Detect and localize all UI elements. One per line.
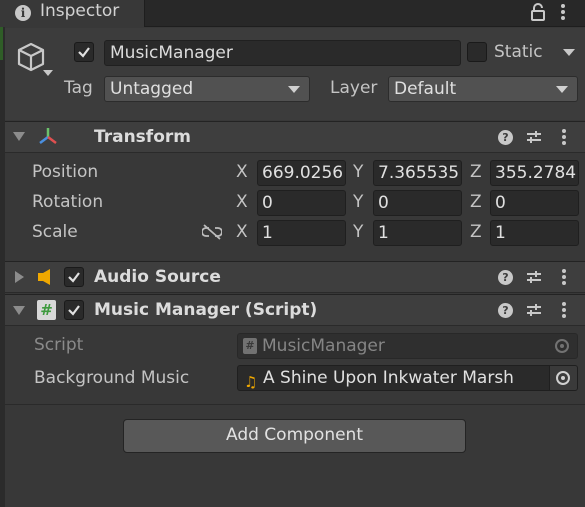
background-music-label: Background Music — [34, 368, 190, 388]
lock-icon[interactable] — [530, 3, 546, 21]
rotation-y-input[interactable]: 0 — [373, 190, 462, 216]
component-menu-icon[interactable] — [561, 129, 567, 147]
scale-z-input[interactable]: 1 — [490, 220, 579, 246]
tab-inspector[interactable]: i Inspector — [0, 0, 145, 27]
add-component-button[interactable]: Add Component — [123, 419, 466, 453]
object-picker-icon — [555, 339, 569, 353]
object-name-input[interactable]: MusicManager — [104, 40, 461, 66]
rotation-x-label[interactable]: X — [236, 192, 248, 212]
layer-label: Layer — [330, 78, 378, 98]
transform-title: Transform — [94, 127, 191, 147]
picker-button[interactable] — [549, 366, 577, 390]
chevron-down-icon — [556, 86, 568, 93]
presets-icon[interactable] — [526, 129, 542, 145]
layer-dropdown[interactable]: Default — [388, 76, 578, 102]
background-music-value: A Shine Upon Inkwater Marsh — [263, 368, 514, 388]
scale-x-input[interactable]: 1 — [257, 220, 346, 246]
audio-source-title: Audio Source — [94, 267, 221, 287]
chevron-down-icon — [288, 86, 300, 93]
checkmark-icon — [68, 305, 80, 316]
component-menu-icon[interactable] — [561, 269, 567, 287]
position-x-label[interactable]: X — [236, 162, 248, 182]
help-icon[interactable]: ? — [498, 130, 513, 145]
music-manager-title: Music Manager (Script) — [94, 300, 318, 320]
scale-label: Scale — [32, 222, 78, 242]
tag-dropdown[interactable]: Untagged — [104, 76, 310, 102]
checkmark-icon — [78, 47, 90, 58]
music-manager-enabled-checkbox[interactable] — [64, 300, 84, 320]
tab-label: Inspector — [40, 1, 120, 21]
static-checkbox[interactable] — [467, 42, 487, 62]
divider — [5, 404, 585, 405]
gameobject-cube-icon[interactable] — [15, 41, 47, 73]
rotation-x-input[interactable]: 0 — [257, 190, 346, 216]
component-menu-icon[interactable] — [561, 302, 567, 320]
help-icon[interactable]: ? — [498, 270, 513, 285]
position-z-input[interactable]: 355.2784 — [490, 160, 579, 186]
checkmark-icon — [68, 272, 80, 283]
static-dropdown-arrow[interactable] — [563, 49, 575, 56]
layer-value: Default — [394, 79, 457, 99]
tag-label: Tag — [64, 78, 93, 98]
info-icon: i — [15, 5, 31, 21]
rotation-label: Rotation — [32, 192, 104, 212]
script-hash-icon: # — [37, 300, 56, 320]
script-field: # MusicManager — [237, 333, 578, 359]
audio-source-icon — [37, 268, 57, 286]
menu-icon[interactable] — [560, 4, 566, 22]
audio-source-enabled-checkbox[interactable] — [64, 267, 84, 287]
audio-clip-icon: ♫ — [244, 373, 258, 391]
presets-icon[interactable] — [526, 302, 542, 318]
position-label: Position — [32, 162, 99, 182]
tag-value: Untagged — [110, 79, 194, 99]
foldout-arrow-icon[interactable] — [15, 271, 24, 283]
static-label: Static — [494, 42, 543, 62]
icon-dropdown-arrow[interactable] — [43, 70, 53, 76]
script-value: MusicManager — [262, 336, 385, 356]
scale-x-label[interactable]: X — [236, 222, 248, 242]
foldout-arrow-icon[interactable] — [13, 306, 25, 315]
object-picker-icon[interactable] — [556, 371, 570, 385]
scale-y-input[interactable]: 1 — [373, 220, 462, 246]
rotation-z-input[interactable]: 0 — [490, 190, 579, 216]
rotation-y-label[interactable]: Y — [353, 192, 363, 212]
help-icon[interactable]: ? — [498, 303, 513, 318]
scale-y-label[interactable]: Y — [353, 222, 363, 242]
scale-z-label[interactable]: Z — [470, 222, 482, 242]
position-y-input[interactable]: 7.365535 — [373, 160, 462, 186]
rotation-z-label[interactable]: Z — [470, 192, 482, 212]
active-checkbox[interactable] — [74, 42, 94, 62]
script-asset-icon: # — [243, 338, 257, 354]
foldout-arrow-icon[interactable] — [13, 132, 25, 141]
unlinked-scale-icon[interactable] — [201, 224, 223, 240]
position-x-input[interactable]: 669.0256 — [257, 160, 346, 186]
background-music-field[interactable]: ♫ A Shine Upon Inkwater Marsh — [237, 365, 578, 391]
script-label: Script — [34, 335, 84, 355]
position-z-label[interactable]: Z — [470, 162, 482, 182]
position-y-label[interactable]: Y — [353, 162, 363, 182]
presets-icon[interactable] — [526, 269, 542, 285]
transform-axes-icon — [37, 125, 59, 147]
